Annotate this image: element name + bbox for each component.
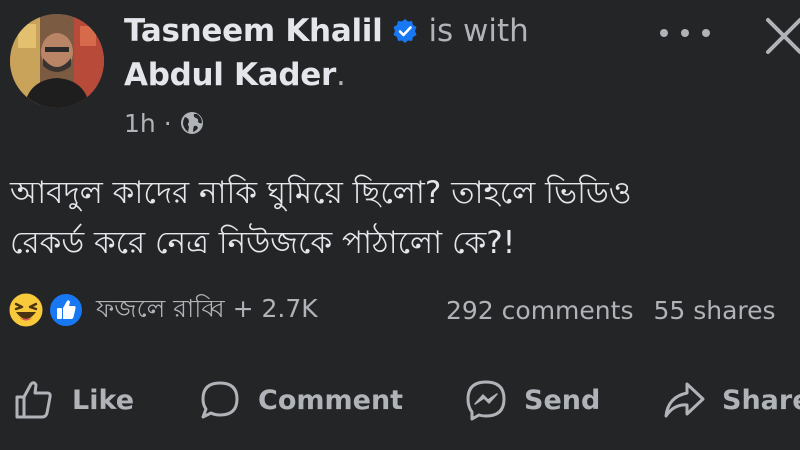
share-icon [664,382,705,418]
post-body-line: আবদুল কাদের নাকি ঘুমিয়ে ছিলো? তাহলে ভিড… [10,175,632,211]
action-bar: Like Comment Send Share [0,374,800,426]
post-body-line: রেকর্ড করে নেত্র নিউজকে পাঠালো কে?! [10,225,516,261]
share-button[interactable]: Share [662,374,800,426]
shares-count[interactable]: 55 shares [653,296,775,325]
avatar-image [10,14,104,108]
share-label: Share [722,384,800,416]
reactions-summary[interactable]: ফজলে রাব্বি + 2.7K [8,288,318,332]
post-header-line1: Tasneem Khalil is with [124,10,529,52]
reaction-icons [8,290,86,330]
verified-badge-icon [392,18,418,44]
send-button[interactable]: Send [464,374,600,426]
post-header-line2: Abdul Kader . [124,54,346,96]
comment-icon [201,381,239,419]
comment-button[interactable]: Comment [198,374,403,426]
post-stats: 292 comments 55 shares [446,288,776,332]
like-reaction-icon [48,292,84,328]
haha-reaction-icon [8,292,44,328]
post-body: আবদুল কাদের নাকি ঘুমিয়ে ছিলো? তাহলে ভিড… [10,168,790,268]
author-name[interactable]: Tasneem Khalil [124,13,383,49]
meta-separator: · [163,108,172,138]
like-label: Like [72,384,135,416]
like-button[interactable]: Like [12,374,134,426]
more-dot [702,29,710,37]
more-options-icon[interactable] [660,18,710,48]
author-avatar[interactable] [10,14,104,108]
tagged-suffix: . [336,57,346,93]
globe-icon [180,111,204,135]
comment-label: Comment [258,384,404,416]
post-meta: 1h · [124,106,204,140]
tagged-person-name[interactable]: Abdul Kader [124,57,336,93]
messenger-icon [466,380,506,421]
with-text: is with [428,13,529,49]
more-dot [681,29,689,37]
send-label: Send [524,384,601,416]
post-time[interactable]: 1h [124,109,156,138]
reaction-names[interactable]: ফজলে রাব্বি + 2.7K [96,289,318,332]
more-dot [660,29,668,37]
like-icon [15,381,52,419]
comments-count[interactable]: 292 comments [446,296,633,325]
close-icon[interactable] [764,16,800,56]
